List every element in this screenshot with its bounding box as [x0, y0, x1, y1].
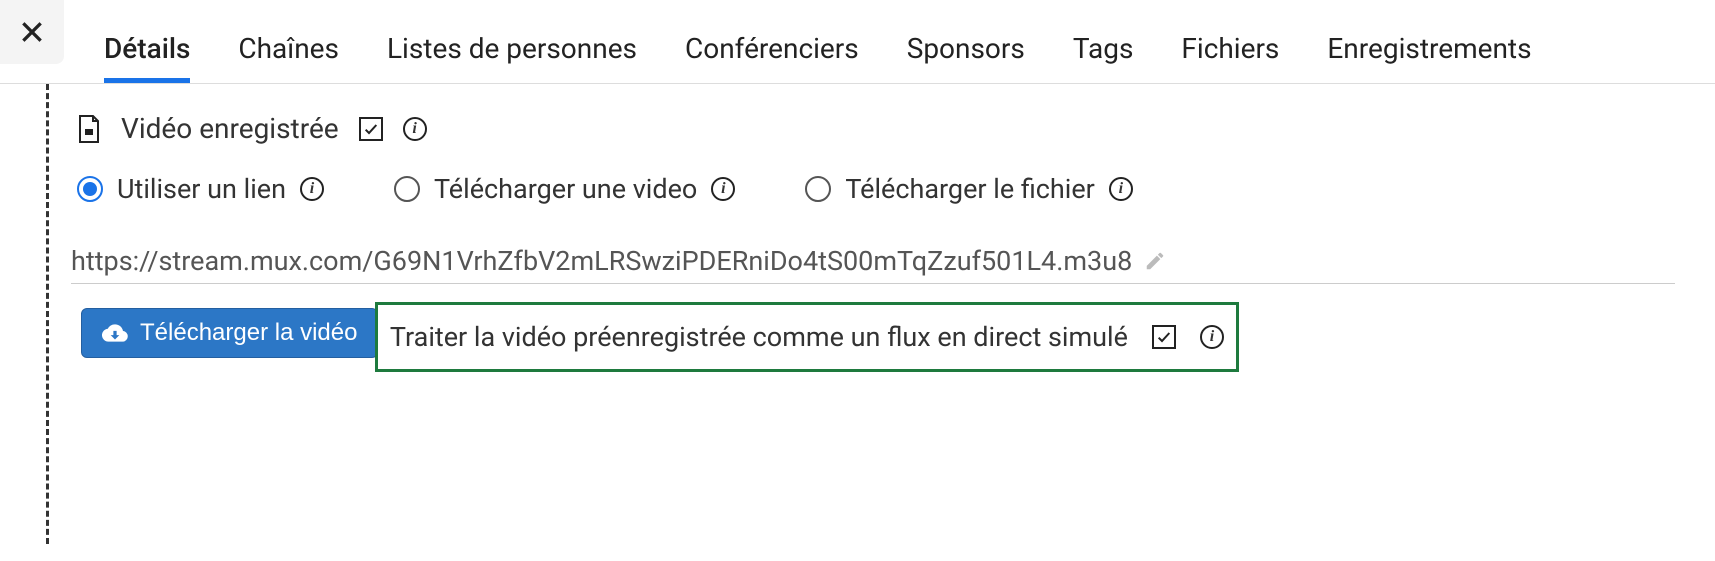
- tab-recordings[interactable]: Enregistrements: [1327, 32, 1531, 83]
- tab-bar: Détails Chaînes Listes de personnes Conf…: [64, 0, 1532, 83]
- info-icon[interactable]: i: [711, 177, 735, 201]
- tab-tags[interactable]: Tags: [1073, 32, 1134, 83]
- edit-icon[interactable]: [1144, 250, 1166, 272]
- recorded-video-label: Vidéo enregistrée: [121, 112, 339, 145]
- radio-use-link-label: Utiliser un lien: [117, 173, 286, 205]
- tab-people-lists[interactable]: Listes de personnes: [387, 32, 637, 83]
- tab-sponsors[interactable]: Sponsors: [907, 32, 1025, 83]
- download-video-button[interactable]: Télécharger la vidéo: [81, 308, 378, 358]
- tab-channels[interactable]: Chaînes: [238, 32, 339, 83]
- radio-upload-video[interactable]: Télécharger une video i: [394, 173, 735, 205]
- close-button[interactable]: [0, 0, 64, 64]
- info-icon[interactable]: i: [1200, 325, 1224, 349]
- radio-icon: [77, 176, 103, 202]
- close-icon: [19, 19, 45, 45]
- simulated-live-option: Traiter la vidéo préenregistrée comme un…: [375, 302, 1239, 372]
- info-icon[interactable]: i: [300, 177, 324, 201]
- video-url-value: https://stream.mux.com/G69N1VrhZfbV2mLRS…: [71, 245, 1132, 277]
- radio-upload-file-label: Télécharger le fichier: [845, 173, 1095, 205]
- video-file-icon: [77, 115, 101, 143]
- radio-icon: [805, 176, 831, 202]
- tab-files[interactable]: Fichiers: [1181, 32, 1279, 83]
- radio-use-link[interactable]: Utiliser un lien i: [77, 173, 324, 205]
- video-url-field[interactable]: https://stream.mux.com/G69N1VrhZfbV2mLRS…: [71, 245, 1675, 284]
- recorded-video-checkbox[interactable]: [359, 117, 383, 141]
- tab-speakers[interactable]: Conférenciers: [685, 32, 859, 83]
- simulated-live-label: Traiter la vidéo préenregistrée comme un…: [390, 321, 1128, 353]
- radio-upload-file[interactable]: Télécharger le fichier i: [805, 173, 1133, 205]
- info-icon[interactable]: i: [403, 117, 427, 141]
- tab-details[interactable]: Détails: [104, 32, 190, 83]
- radio-icon: [394, 176, 420, 202]
- info-icon[interactable]: i: [1109, 177, 1133, 201]
- radio-upload-video-label: Télécharger une video: [434, 173, 697, 205]
- cloud-download-icon: [102, 320, 128, 346]
- video-source-radios: Utiliser un lien i Télécharger une video…: [77, 173, 1715, 205]
- recorded-video-header: Vidéo enregistrée i: [77, 112, 1715, 145]
- simulated-live-checkbox[interactable]: [1152, 325, 1176, 349]
- download-video-label: Télécharger la vidéo: [140, 319, 357, 347]
